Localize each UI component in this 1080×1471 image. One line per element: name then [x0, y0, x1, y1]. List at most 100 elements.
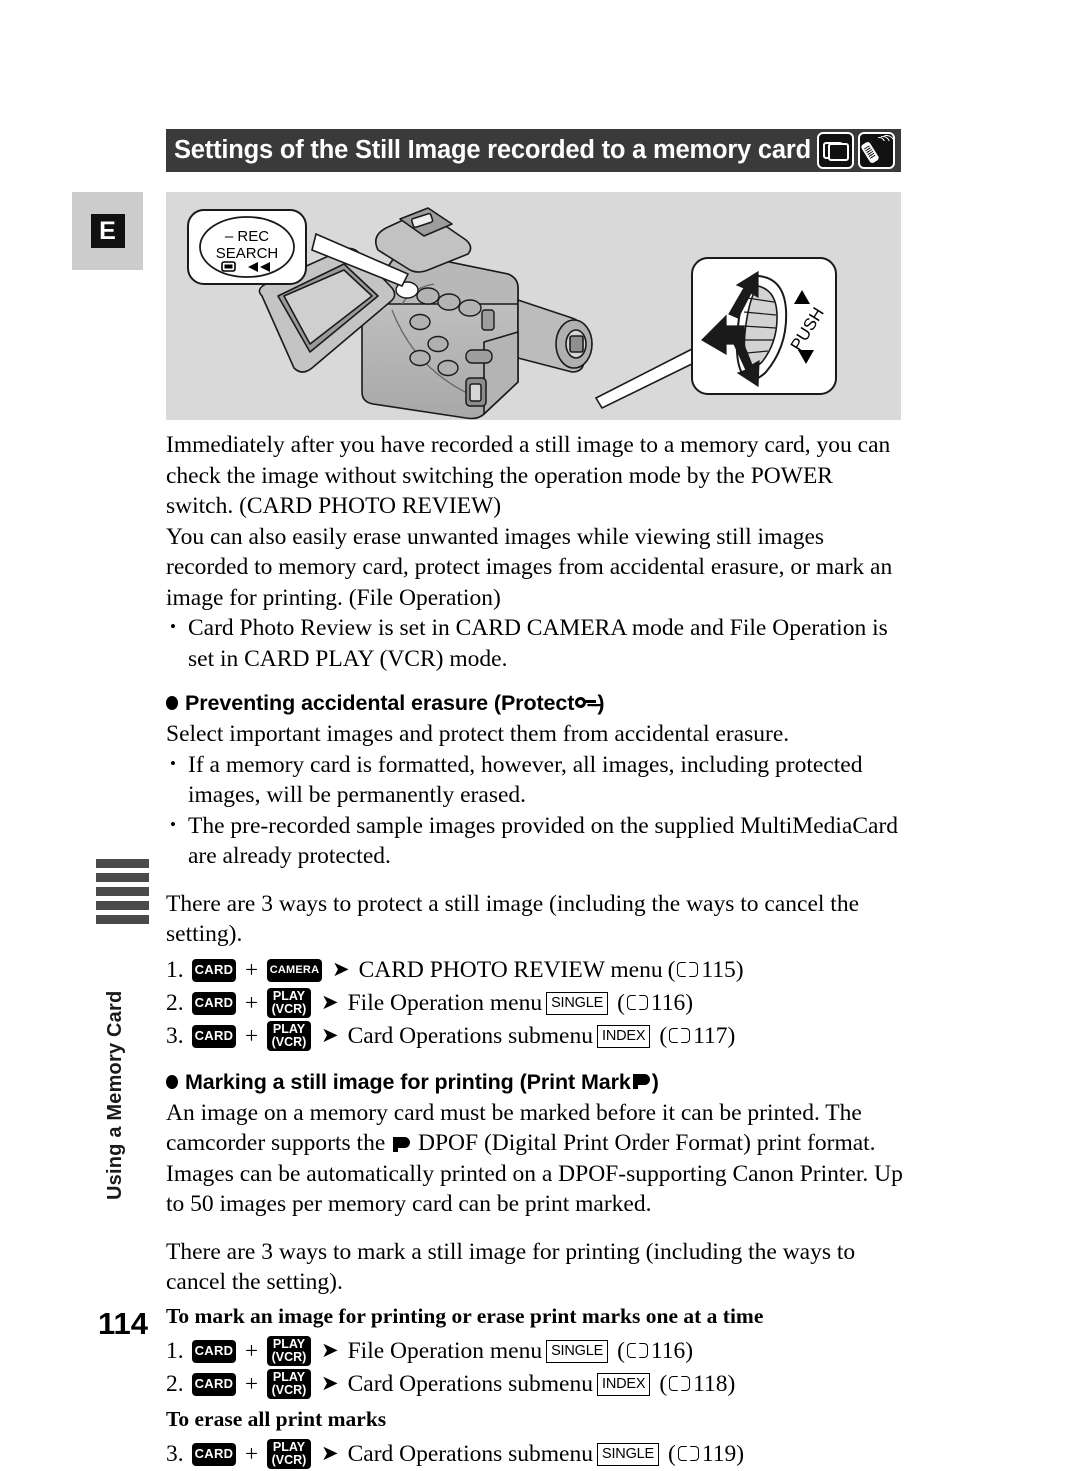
- list-item: If a memory card is formatted, however, …: [166, 749, 906, 811]
- vcr-label: (VCR): [271, 1035, 307, 1049]
- page-ref-number: 116: [650, 990, 686, 1016]
- protect-steps: 1. CARD + CAMERA ➤ CARD PHOTO REVIEW men…: [166, 954, 906, 1053]
- page-header-bar: Settings of the Still Image recorded to …: [166, 129, 901, 172]
- play-vcr-button-icon[interactable]: PLAY (VCR): [266, 1369, 311, 1399]
- card-button-icon[interactable]: CARD: [192, 991, 236, 1015]
- camcorder-diagram: – REC SEARCH PUSH: [187, 207, 837, 420]
- step-number: 2.: [166, 1371, 184, 1397]
- step-target: File Operation menu: [347, 990, 543, 1016]
- callout-rec-search: – REC SEARCH: [187, 209, 410, 288]
- page-ref-number: 116: [650, 1338, 686, 1364]
- chapter-vertical-title: Using a Memory Card: [104, 990, 126, 1200]
- step-target: File Operation menu: [347, 1338, 543, 1364]
- protect-heading-close: ): [597, 691, 605, 715]
- plus-sign: +: [245, 1338, 258, 1363]
- page-ref-number: 117: [693, 1023, 728, 1049]
- protect-section-heading: Preventing accidental erasure (Protect ): [166, 688, 906, 718]
- card-button-icon[interactable]: CARD: [192, 1339, 236, 1363]
- printmark-section-heading: Marking a still image for printing (Prin…: [166, 1067, 906, 1097]
- single-tag: SINGLE: [546, 991, 609, 1015]
- plus-sign: +: [245, 1371, 258, 1396]
- arrow-right-icon: ➤: [320, 1440, 339, 1465]
- printmark-steps-erase-all: 3. CARD + PLAY (VCR) ➤ Card Operations s…: [166, 1438, 906, 1471]
- language-tab: E: [72, 192, 143, 270]
- vcr-label: (VCR): [271, 1453, 307, 1467]
- play-vcr-button-icon[interactable]: PLAY (VCR): [266, 1439, 311, 1469]
- vcr-label: (VCR): [271, 1383, 307, 1397]
- plus-sign: +: [245, 1023, 258, 1048]
- vcr-label: (VCR): [271, 1002, 307, 1016]
- svg-text:– REC: – REC: [225, 228, 269, 245]
- list-item: Card Photo Review is set in CARD CAMERA …: [166, 612, 906, 674]
- print-mark-icon: [632, 1074, 650, 1089]
- callout-push: PUSH: [594, 257, 837, 410]
- book-icon: [677, 1446, 699, 1462]
- main-content: Immediately after you have recorded a st…: [166, 430, 906, 1471]
- book-icon: [626, 995, 648, 1011]
- book-icon: [669, 1376, 691, 1392]
- page-reference: (116): [617, 1335, 693, 1367]
- protect-ways-line: There are 3 ways to protect a still imag…: [166, 890, 859, 948]
- step-target: Card Operations submenu: [347, 1371, 593, 1397]
- card-stack-icon: [817, 132, 854, 169]
- intro-paragraph-1: Immediately after you have recorded a st…: [166, 432, 891, 519]
- page-reference: (116): [617, 987, 693, 1019]
- vcr-label: (VCR): [271, 1350, 307, 1364]
- play-vcr-button-icon[interactable]: PLAY (VCR): [266, 1336, 311, 1366]
- page-ref-number: 115: [701, 957, 736, 983]
- protect-bullet-list: If a memory card is formatted, however, …: [166, 749, 906, 872]
- card-button-icon[interactable]: CARD: [192, 1442, 236, 1466]
- step-number: 2.: [166, 990, 184, 1016]
- printmark-ways-line: There are 3 ways to mark a still image f…: [166, 1238, 856, 1296]
- step-row: 1. CARD + CAMERA ➤ CARD PHOTO REVIEW men…: [166, 954, 906, 987]
- step-row: 3. CARD + PLAY (VCR) ➤ Card Operations s…: [166, 1020, 906, 1053]
- print-mark-icon: [393, 1137, 411, 1152]
- bullet-dot-icon: [166, 1074, 178, 1089]
- language-tab-label: E: [90, 214, 125, 248]
- arrow-right-icon: ➤: [320, 1337, 339, 1362]
- arrow-right-icon: ➤: [320, 1370, 339, 1395]
- step-target: CARD PHOTO REVIEW menu: [358, 957, 663, 983]
- step-row: 2. CARD + PLAY (VCR) ➤ Card Operations s…: [166, 1368, 906, 1401]
- page-reference: (118): [659, 1368, 735, 1400]
- step-number: 1.: [166, 1338, 184, 1364]
- svg-text:SEARCH: SEARCH: [216, 245, 279, 262]
- card-button-icon[interactable]: CARD: [192, 1024, 236, 1048]
- step-row: 1. CARD + PLAY (VCR) ➤ File Operation me…: [166, 1335, 906, 1368]
- card-button-icon[interactable]: CARD: [192, 958, 236, 982]
- step-row: 3. CARD + PLAY (VCR) ➤ Card Operations s…: [166, 1438, 906, 1471]
- book-icon: [626, 1343, 648, 1359]
- play-vcr-button-icon[interactable]: PLAY (VCR): [266, 988, 311, 1018]
- book-icon: [669, 1028, 691, 1044]
- step-target: Card Operations submenu: [347, 1023, 593, 1049]
- list-item: The pre-recorded sample images provided …: [166, 810, 906, 872]
- camcorder-illustration-panel: – REC SEARCH PUSH: [166, 192, 901, 420]
- camera-button-icon[interactable]: CAMERA: [266, 958, 322, 982]
- single-tag: SINGLE: [597, 1442, 659, 1466]
- arrow-right-icon: ➤: [320, 1022, 339, 1047]
- subhead-erase-all: To erase all print marks: [166, 1406, 387, 1431]
- printmark-heading-close: ): [651, 1069, 659, 1094]
- step-row: 2. CARD + PLAY (VCR) ➤ File Operation me…: [166, 987, 906, 1020]
- plus-sign: +: [245, 990, 258, 1015]
- intro-bullet-list: Card Photo Review is set in CARD CAMERA …: [166, 612, 906, 674]
- book-icon: [677, 962, 699, 978]
- page-title: Settings of the Still Image recorded to …: [174, 136, 811, 164]
- single-tag: SINGLE: [546, 1339, 609, 1363]
- plus-sign: +: [245, 957, 258, 982]
- remote-control-icon: [858, 132, 898, 169]
- page-reference: (117): [659, 1020, 735, 1052]
- play-vcr-button-icon[interactable]: PLAY (VCR): [266, 1021, 311, 1051]
- bullet-dot-icon: [166, 696, 178, 710]
- chapter-tab-marks: [96, 859, 149, 925]
- card-button-icon[interactable]: CARD: [192, 1372, 236, 1396]
- index-tag: INDEX: [597, 1024, 651, 1048]
- printmark-heading-text: Marking a still image for printing (Prin…: [185, 1069, 631, 1094]
- subhead-one-at-a-time: To mark an image for printing or erase p…: [166, 1303, 764, 1328]
- arrow-right-icon: ➤: [331, 956, 350, 981]
- step-number: 3.: [166, 1023, 184, 1049]
- protect-heading-text: Preventing accidental erasure (Protect: [185, 691, 575, 715]
- step-number: 1.: [166, 957, 184, 983]
- page-number: 114: [98, 1306, 149, 1341]
- intro-paragraph-2: You can also easily erase unwanted image…: [166, 523, 893, 611]
